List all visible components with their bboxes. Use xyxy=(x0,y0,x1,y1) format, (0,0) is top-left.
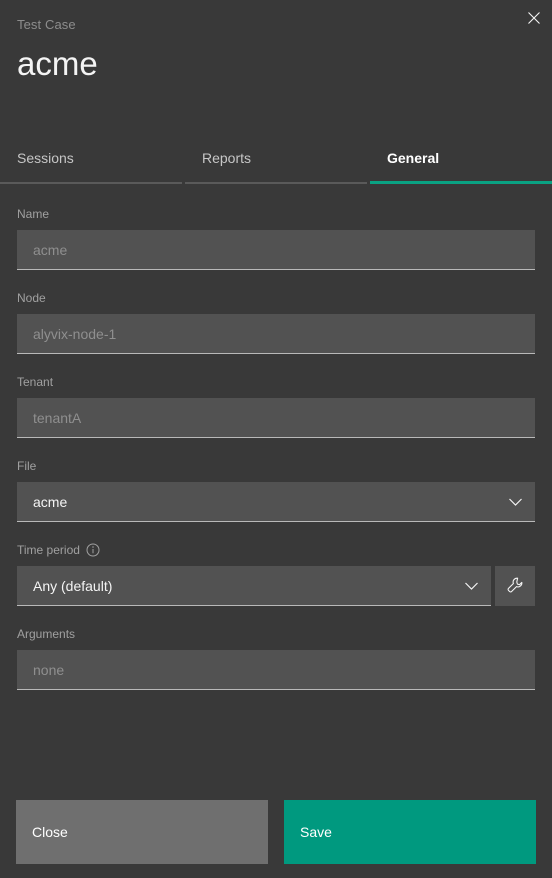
close-button-footer[interactable]: Close xyxy=(16,800,268,864)
time-period-label: Time period xyxy=(17,542,535,558)
time-period-label-text: Time period xyxy=(17,543,80,557)
node-label: Node xyxy=(17,291,46,305)
field-arguments: Arguments xyxy=(17,626,535,690)
node-input[interactable] xyxy=(17,314,535,354)
tab-reports-label: Reports xyxy=(202,150,252,166)
info-icon[interactable] xyxy=(86,543,100,557)
page-title: acme xyxy=(17,45,98,82)
tenant-label: Tenant xyxy=(17,375,54,389)
arguments-label: Arguments xyxy=(17,627,76,641)
field-name: Name xyxy=(17,206,535,270)
chevron-down-icon xyxy=(495,497,535,507)
tab-general-label: General xyxy=(387,150,440,166)
field-tenant: Tenant xyxy=(17,374,535,438)
tab-reports[interactable]: Reports xyxy=(185,148,367,184)
test-case-modal: Test Case acme Sessions Reports General … xyxy=(0,0,552,878)
general-form: Name Node Tenant File acme xyxy=(0,184,552,690)
time-period-select-value: Any (default) xyxy=(33,577,113,594)
chevron-down-icon xyxy=(451,581,491,591)
field-file: File acme xyxy=(17,458,535,522)
arguments-input[interactable] xyxy=(17,650,535,690)
wrench-icon xyxy=(506,576,524,597)
file-label: File xyxy=(17,459,37,473)
close-icon xyxy=(527,11,541,25)
file-select[interactable]: acme xyxy=(17,482,535,522)
tab-sessions-label: Sessions xyxy=(17,150,74,166)
field-time-period: Time period Any (default) xyxy=(17,542,535,606)
tab-sessions[interactable]: Sessions xyxy=(0,148,182,184)
modal-footer: Close Save xyxy=(0,800,552,864)
save-button[interactable]: Save xyxy=(284,800,536,864)
field-node: Node xyxy=(17,290,535,354)
tab-general[interactable]: General xyxy=(370,148,552,184)
tab-bar: Sessions Reports General xyxy=(0,148,552,184)
time-period-select[interactable]: Any (default) xyxy=(17,566,491,606)
modal-header: Test Case acme xyxy=(0,0,552,148)
tenant-input[interactable] xyxy=(17,398,535,438)
file-select-value: acme xyxy=(33,493,68,510)
name-label: Name xyxy=(17,207,50,221)
time-period-settings-button[interactable] xyxy=(495,566,535,606)
name-input[interactable] xyxy=(17,230,535,270)
modal-eyebrow: Test Case xyxy=(17,17,76,32)
time-period-row: Any (default) xyxy=(17,566,535,606)
close-button[interactable] xyxy=(516,0,552,36)
